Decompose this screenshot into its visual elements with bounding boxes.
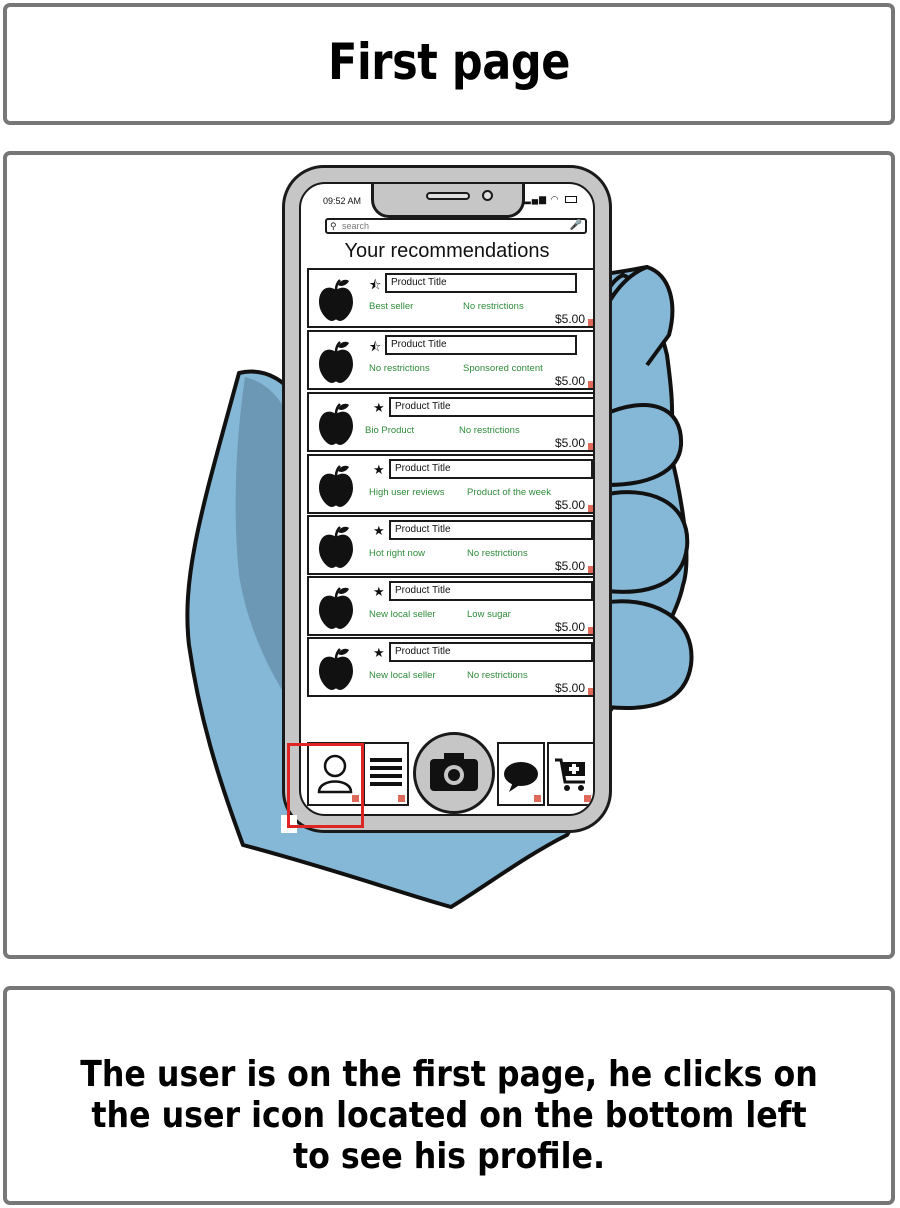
product-tag: Sponsored content — [463, 363, 543, 374]
storyboard-scene: 09:52 AM ▂▄▆ ◠ ⚲ search 🎤 Your recommend… — [3, 151, 895, 959]
apple-icon — [319, 648, 353, 690]
list-item[interactable]: ★ Product Title High user reviews Product o… — [307, 454, 593, 514]
link-marker — [588, 566, 593, 573]
list-item[interactable]: ⯪ Product Title No restrictions Sponsored c… — [307, 330, 593, 390]
search-input[interactable]: ⚲ search 🎤 — [325, 218, 587, 234]
battery-icon — [565, 196, 577, 204]
product-tag: No restrictions — [463, 301, 524, 312]
product-title[interactable]: Product Title — [389, 459, 593, 479]
link-marker — [584, 795, 591, 802]
product-tag: High user reviews — [369, 487, 445, 498]
product-tag: Bio Product — [365, 425, 415, 436]
product-tag: Product of the week — [467, 487, 551, 498]
apple-icon — [319, 526, 353, 568]
title-panel: First page — [3, 3, 895, 125]
product-tag: No restrictions — [459, 425, 520, 436]
half-star-icon: ⯪ — [369, 339, 382, 354]
front-camera-icon — [482, 190, 493, 201]
link-marker — [588, 319, 593, 326]
product-price: $5.00 — [554, 374, 585, 388]
product-title[interactable]: Product Title — [385, 335, 577, 355]
product-price: $5.00 — [554, 498, 585, 512]
product-title[interactable]: Product Title — [389, 642, 593, 662]
product-tag: New local seller — [369, 609, 436, 620]
link-marker — [588, 627, 593, 634]
list-item[interactable]: ★ Product Title New local seller No restric… — [307, 637, 593, 697]
product-tag: No restrictions — [369, 363, 430, 374]
product-title[interactable]: Product Title — [389, 581, 593, 601]
page-title: First page — [328, 33, 570, 91]
caption-text: The user is on the first page, he clicks… — [80, 1054, 818, 1177]
star-icon: ★ — [373, 645, 385, 660]
phone-frame: 09:52 AM ▂▄▆ ◠ ⚲ search 🎤 Your recommend… — [282, 165, 612, 833]
apple-icon — [319, 465, 353, 507]
apple-icon — [319, 341, 353, 383]
product-title[interactable]: Product Title — [389, 520, 593, 540]
star-icon: ★ — [373, 462, 385, 477]
star-icon: ★ — [373, 523, 385, 538]
link-marker — [588, 505, 593, 512]
search-placeholder: search — [342, 221, 370, 231]
apple-icon — [319, 587, 353, 629]
nav-cart-button[interactable] — [547, 742, 593, 806]
wifi-icon: ◠ — [550, 194, 560, 204]
speaker-icon — [426, 192, 470, 200]
product-tag: New local seller — [369, 670, 436, 681]
product-price: $5.00 — [554, 620, 585, 634]
star-icon: ★ — [373, 584, 385, 599]
camera-icon — [430, 753, 478, 791]
half-star-icon: ⯪ — [369, 277, 382, 292]
list-item[interactable]: ★ Product Title Hot right now No restrictio… — [307, 515, 593, 575]
phone-notch — [371, 184, 525, 218]
product-tag: No restrictions — [467, 548, 528, 559]
product-price: $5.00 — [554, 681, 585, 695]
user-icon-highlight — [287, 743, 364, 828]
product-price: $5.00 — [554, 312, 585, 326]
apple-icon — [319, 279, 353, 321]
star-icon: ★ — [373, 400, 385, 415]
product-tag: Best seller — [369, 301, 414, 312]
link-marker — [534, 795, 541, 802]
status-icons: ▂▄▆ ◠ — [524, 194, 577, 205]
phone-screen: 09:52 AM ▂▄▆ ◠ ⚲ search 🎤 Your recommend… — [299, 182, 595, 816]
product-title[interactable]: Product Title — [385, 273, 577, 293]
product-price: $5.00 — [554, 436, 585, 450]
signal-icon: ▂▄▆ — [523, 194, 548, 204]
nav-list-button[interactable] — [363, 742, 409, 806]
product-tag: No restrictions — [467, 670, 528, 681]
search-icon: ⚲ — [330, 221, 337, 231]
nav-camera-button[interactable] — [413, 732, 495, 814]
product-tag: Low sugar — [467, 609, 511, 620]
list-item[interactable]: ★ Product Title Bio Product No restrictions… — [307, 392, 593, 452]
product-title[interactable]: Product Title — [389, 397, 593, 417]
list-item[interactable]: ⯪ Product Title Best seller No restrictions… — [307, 268, 593, 328]
product-price: $5.00 — [554, 559, 585, 573]
status-time: 09:52 AM — [323, 196, 362, 206]
product-tag: Hot right now — [369, 548, 425, 559]
list-item[interactable]: ★ Product Title New local seller Low sugar $… — [307, 576, 593, 636]
microphone-icon[interactable]: 🎤 — [570, 220, 582, 231]
link-marker — [588, 688, 593, 695]
caption-panel: The user is on the first page, he clicks… — [3, 986, 895, 1205]
recommendations-heading: Your recommendations — [344, 240, 550, 262]
apple-icon — [319, 403, 353, 445]
link-marker — [588, 443, 593, 450]
link-marker — [398, 795, 405, 802]
link-marker — [588, 381, 593, 388]
nav-chat-button[interactable] — [497, 742, 545, 806]
